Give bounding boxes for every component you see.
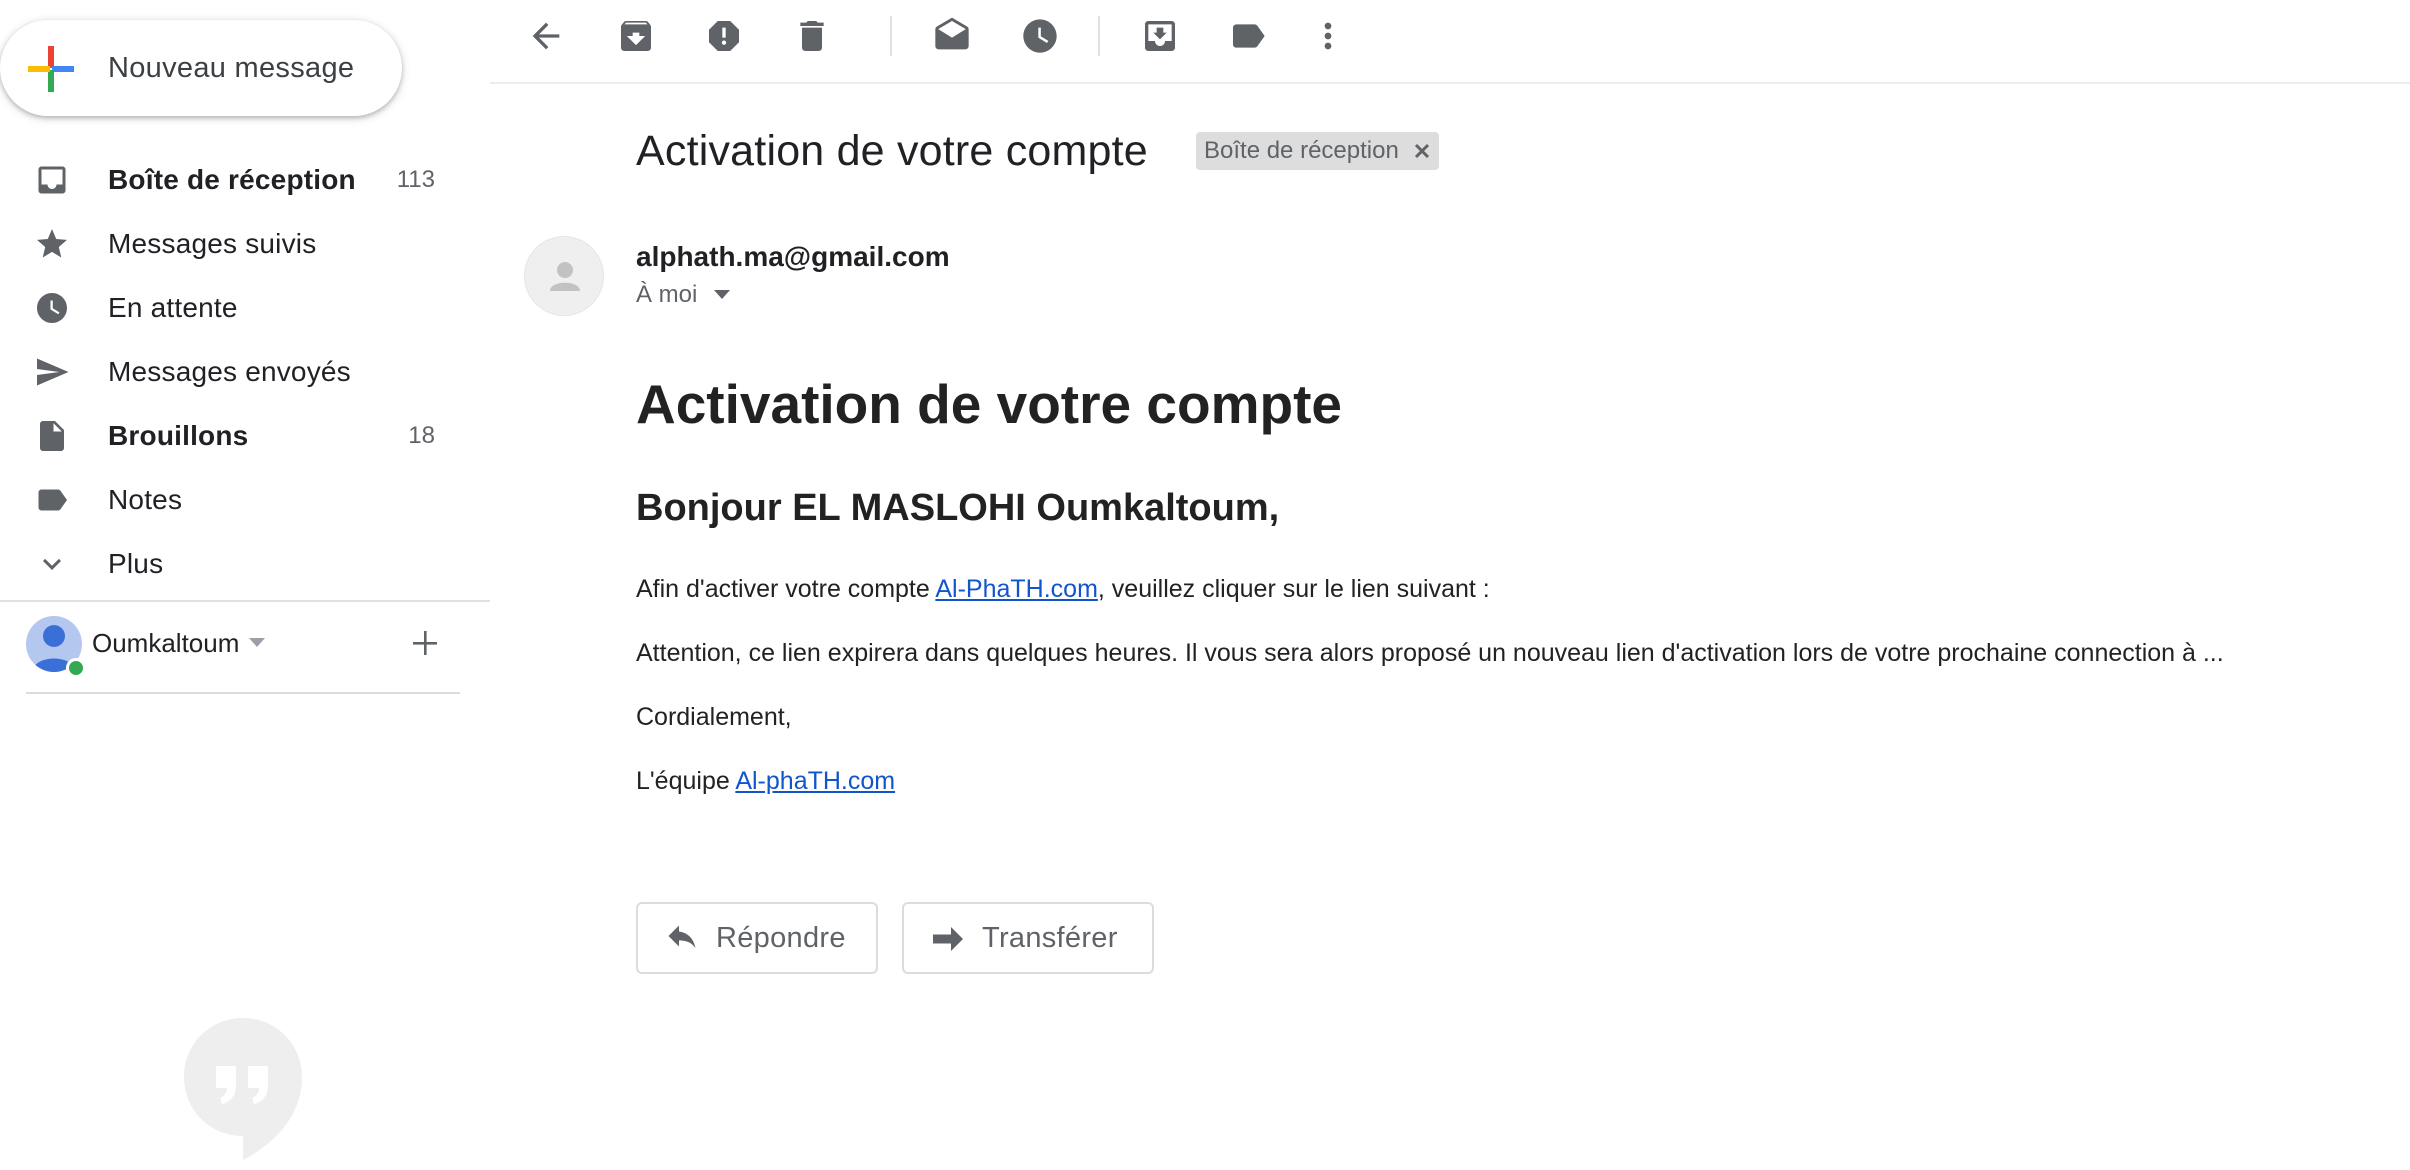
- reply-button[interactable]: Répondre: [636, 902, 878, 974]
- body-paragraph: Attention, ce lien expirera dans quelque…: [636, 639, 2224, 667]
- reply-icon: [664, 924, 700, 954]
- forward-button[interactable]: Transférer: [902, 902, 1154, 974]
- site-link[interactable]: Al-PhaTH.com: [935, 575, 1098, 603]
- sidebar-item-starred[interactable]: Messages suivis: [0, 212, 460, 276]
- body-paragraph: Afin d'activer votre compte Al-PhaTH.com…: [636, 569, 1490, 609]
- label-chip-text: Boîte de réception: [1204, 137, 1399, 164]
- hangouts-icon[interactable]: [182, 1016, 304, 1162]
- clock-icon: [34, 290, 70, 326]
- sidebar-item-label: Boîte de réception: [108, 164, 356, 195]
- close-icon[interactable]: [1413, 142, 1431, 160]
- inbox-icon: [34, 162, 70, 198]
- sidebar-item-label: Messages envoyés: [108, 356, 351, 387]
- message-subject: Activation de votre compte: [636, 127, 1148, 175]
- move-to-icon[interactable]: [1140, 16, 1180, 56]
- caret-down-icon[interactable]: [714, 290, 730, 300]
- star-icon: [34, 226, 70, 262]
- more-icon[interactable]: [1308, 16, 1348, 56]
- sender-avatar[interactable]: [524, 236, 604, 316]
- toolbar-divider: [1098, 16, 1100, 56]
- label-icon: [34, 482, 70, 518]
- snooze-icon[interactable]: [1020, 16, 1060, 56]
- forward-label: Transférer: [982, 922, 1118, 954]
- report-spam-icon[interactable]: [704, 16, 744, 56]
- sidebar-item-snoozed[interactable]: En attente: [0, 276, 460, 340]
- back-arrow-icon[interactable]: [526, 16, 566, 56]
- sidebar-item-notes[interactable]: Notes: [0, 468, 460, 532]
- body-greeting: Bonjour EL MASLOHI Oumkaltoum,: [636, 487, 1280, 529]
- archive-icon[interactable]: [616, 16, 656, 56]
- draft-icon: [34, 418, 70, 454]
- add-icon[interactable]: [410, 628, 440, 658]
- sidebar-item-label: Plus: [108, 548, 164, 579]
- body-text: , veuillez cliquer sur le lien suivant :: [1097, 575, 1490, 603]
- compose-button[interactable]: Nouveau message: [0, 20, 402, 116]
- body-heading: Activation de votre compte: [636, 373, 1342, 435]
- sidebar-item-label: Brouillons: [108, 420, 249, 451]
- sidebar-item-inbox[interactable]: Boîte de réception 113: [0, 148, 460, 212]
- send-icon: [34, 354, 70, 390]
- caret-down-icon[interactable]: [249, 638, 265, 648]
- label-icon[interactable]: [1228, 16, 1268, 56]
- body-paragraph: L'équipe Al-phaTH.com: [636, 761, 895, 801]
- sender-email[interactable]: alphath.ma@gmail.com: [636, 238, 950, 276]
- compose-plus-icon: [26, 44, 76, 94]
- unread-count: 113: [396, 166, 435, 193]
- compose-label: Nouveau message: [108, 52, 355, 84]
- account-name[interactable]: Oumkaltoum: [92, 612, 239, 674]
- reply-label: Répondre: [716, 922, 846, 954]
- mark-unread-icon[interactable]: [932, 16, 972, 56]
- site-link[interactable]: Al-phaTH.com: [735, 767, 895, 795]
- recipient-label[interactable]: À moi: [636, 276, 697, 314]
- sidebar-item-label: En attente: [108, 292, 238, 323]
- hangouts-account: Oumkaltoum: [0, 612, 460, 678]
- drafts-count: 18: [408, 422, 435, 449]
- sidebar-divider: [0, 600, 490, 602]
- body-text: Afin d'activer votre compte: [636, 575, 936, 603]
- forward-icon: [930, 924, 966, 954]
- body-text: L'équipe: [636, 767, 736, 795]
- sidebar-item-more[interactable]: Plus: [0, 532, 460, 596]
- online-status-dot: [66, 658, 86, 678]
- message-toolbar: [490, 0, 2410, 84]
- sidebar-item-drafts[interactable]: Brouillons 18: [0, 404, 460, 468]
- body-paragraph: Cordialement,: [636, 703, 792, 731]
- sidebar-item-sent[interactable]: Messages envoyés: [0, 340, 460, 404]
- chevron-down-icon: [34, 546, 70, 582]
- toolbar-divider: [890, 16, 892, 56]
- account-divider: [26, 692, 460, 694]
- delete-icon[interactable]: [792, 16, 832, 56]
- sidebar-item-label: Notes: [108, 484, 183, 515]
- label-chip[interactable]: Boîte de réception: [1196, 132, 1439, 170]
- sidebar-nav: Boîte de réception 113 Messages suivis E…: [0, 148, 460, 596]
- sidebar-item-label: Messages suivis: [108, 228, 317, 259]
